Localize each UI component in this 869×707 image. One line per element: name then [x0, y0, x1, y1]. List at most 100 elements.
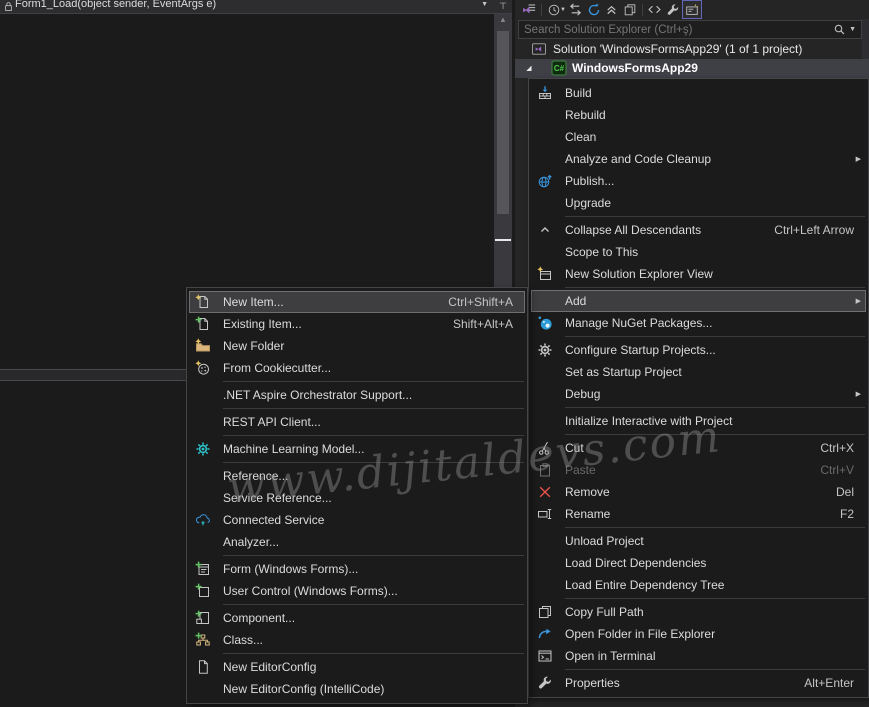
- solution-explorer-search-box[interactable]: ▼: [518, 20, 862, 39]
- search-options-dropdown-icon[interactable]: ▼: [849, 26, 856, 33]
- search-input[interactable]: [519, 24, 833, 36]
- menu-item-cut[interactable]: CutCtrl+X: [531, 437, 866, 459]
- menu-item-existing-item[interactable]: Existing Item...Shift+Alt+A: [189, 313, 525, 335]
- menu-item-label: Unload Project: [565, 534, 866, 548]
- gear-icon: [537, 342, 553, 358]
- paste-icon: [537, 462, 553, 478]
- menu-item-rename[interactable]: RenameF2: [531, 503, 866, 525]
- menu-item-label: Connected Service: [223, 513, 525, 527]
- menu-item-label: .NET Aspire Orchestrator Support...: [223, 388, 525, 402]
- menu-item-class[interactable]: Class...: [189, 629, 525, 651]
- menu-item-remove[interactable]: RemoveDel: [531, 481, 866, 503]
- menu-item-component[interactable]: Component...: [189, 607, 525, 629]
- menu-item-from-cookiecutter[interactable]: From Cookiecutter...: [189, 357, 525, 379]
- menu-item-label: Copy Full Path: [565, 605, 866, 619]
- menu-item-machine-learning-model[interactable]: Machine Learning Model...: [189, 438, 525, 460]
- menu-item-collapse-all-descendants[interactable]: Collapse All DescendantsCtrl+Left Arrow: [531, 219, 866, 241]
- submenu-arrow-icon: ▶: [856, 297, 861, 305]
- new-folder-icon: [195, 338, 211, 354]
- tree-row-project[interactable]: C# WindowsFormsApp29: [515, 59, 869, 78]
- menu-item-net-aspire-orchestrator-support[interactable]: .NET Aspire Orchestrator Support...: [189, 384, 525, 406]
- menu-item-debug[interactable]: Debug▶: [531, 383, 866, 405]
- menu-item-shortcut: Del: [836, 485, 854, 499]
- menu-item-analyze-and-code-cleanup[interactable]: Analyze and Code Cleanup▶: [531, 148, 866, 170]
- menu-item-label: Rename: [565, 507, 840, 521]
- menu-item-open-folder-in-file-explorer[interactable]: Open Folder in File Explorer: [531, 623, 866, 645]
- chevron-down-icon[interactable]: ▼: [481, 1, 488, 8]
- menu-item-open-in-terminal[interactable]: Open in Terminal: [531, 645, 866, 667]
- menu-separator: [223, 604, 524, 605]
- solution-explorer-home-icon[interactable]: [520, 1, 538, 18]
- menu-separator: [565, 598, 865, 599]
- menu-item-new-solution-explorer-view[interactable]: New Solution Explorer View: [531, 263, 866, 285]
- menu-item-shortcut: Ctrl+Shift+A: [448, 295, 513, 309]
- user-control-icon: [195, 583, 211, 599]
- menu-separator: [565, 287, 865, 288]
- scroll-up-arrow-icon[interactable]: ▲: [494, 15, 512, 24]
- menu-item-build[interactable]: Build: [531, 82, 866, 104]
- search-icon[interactable]: [833, 23, 846, 36]
- menu-item-label: Class...: [223, 633, 525, 647]
- filter-dropdown-icon[interactable]: ▼: [560, 7, 566, 13]
- properties-panel-icon[interactable]: [682, 0, 702, 19]
- menu-item-rest-api-client[interactable]: REST API Client...: [189, 411, 525, 433]
- preview-icon[interactable]: [621, 1, 639, 18]
- menu-item-analyzer[interactable]: Analyzer...: [189, 531, 525, 553]
- menu-item-label: Publish...: [565, 174, 866, 188]
- caret-position-marker: [495, 239, 511, 241]
- scrollbar-thumb[interactable]: [497, 31, 509, 214]
- menu-item-new-folder[interactable]: New Folder: [189, 335, 525, 357]
- menu-item-label: Load Direct Dependencies: [565, 556, 866, 570]
- project-label: WindowsFormsApp29: [572, 61, 698, 75]
- menu-item-new-item[interactable]: New Item...Ctrl+Shift+A: [189, 291, 525, 313]
- menu-item-shortcut: Ctrl+V: [820, 463, 854, 477]
- menu-item-configure-startup-projects[interactable]: Configure Startup Projects...: [531, 339, 866, 361]
- menu-item-upgrade[interactable]: Upgrade: [531, 192, 866, 214]
- menu-item-user-control-windows-forms[interactable]: User Control (Windows Forms)...: [189, 580, 525, 602]
- view-code-icon[interactable]: [646, 1, 664, 18]
- csharp-project-icon: C#: [551, 60, 567, 76]
- cut-icon: [537, 440, 553, 456]
- expand-arrow-icon[interactable]: [523, 62, 536, 75]
- wrench-icon[interactable]: [664, 1, 682, 18]
- menu-item-set-as-startup-project[interactable]: Set as Startup Project: [531, 361, 866, 383]
- menu-separator: [565, 527, 865, 528]
- menu-item-connected-service[interactable]: Connected Service: [189, 509, 525, 531]
- menu-item-label: Service Reference...: [223, 491, 525, 505]
- menu-item-properties[interactable]: PropertiesAlt+Enter: [531, 672, 866, 694]
- menu-item-form-windows-forms[interactable]: Form (Windows Forms)...: [189, 558, 525, 580]
- project-context-menu: BuildRebuildCleanAnalyze and Code Cleanu…: [528, 78, 869, 698]
- menu-item-new-editorconfig-intellicode[interactable]: New EditorConfig (IntelliCode): [189, 678, 525, 700]
- menu-item-label: New EditorConfig (IntelliCode): [223, 682, 525, 696]
- menu-item-publish[interactable]: Publish...: [531, 170, 866, 192]
- menu-item-rebuild[interactable]: Rebuild: [531, 104, 866, 126]
- cookiecutter-icon: [195, 360, 211, 376]
- menu-item-label: Remove: [565, 485, 836, 499]
- menu-item-add[interactable]: Add▶: [531, 290, 866, 312]
- scrollbar-splitter-handle[interactable]: ⊤: [494, 0, 512, 14]
- menu-separator: [565, 407, 865, 408]
- menu-item-clean[interactable]: Clean: [531, 126, 866, 148]
- editor-navigation-bar[interactable]: Form1_Load(object sender, EventArgs e) ▼: [0, 0, 494, 14]
- tree-row-solution[interactable]: Solution 'WindowsFormsApp29' (1 of 1 pro…: [515, 40, 869, 59]
- swap-arrows-icon[interactable]: [567, 1, 585, 18]
- menu-item-manage-nuget-packages[interactable]: Manage NuGet Packages...: [531, 312, 866, 334]
- menu-item-new-editorconfig[interactable]: New EditorConfig: [189, 656, 525, 678]
- menu-item-load-entire-dependency-tree[interactable]: Load Entire Dependency Tree: [531, 574, 866, 596]
- toolbar-separator: [642, 4, 643, 16]
- no-icon: [195, 681, 211, 697]
- menu-item-load-direct-dependencies[interactable]: Load Direct Dependencies: [531, 552, 866, 574]
- nuget-icon: [537, 315, 553, 331]
- menu-item-service-reference[interactable]: Service Reference...: [189, 487, 525, 509]
- no-icon: [537, 533, 553, 549]
- refresh-icon[interactable]: [585, 1, 603, 18]
- menu-item-label: New Folder: [223, 339, 525, 353]
- menu-item-paste[interactable]: PasteCtrl+V: [531, 459, 866, 481]
- menu-item-copy-full-path[interactable]: Copy Full Path: [531, 601, 866, 623]
- menu-item-unload-project[interactable]: Unload Project: [531, 530, 866, 552]
- collapse-all-icon[interactable]: [603, 1, 621, 18]
- terminal-icon: [537, 648, 553, 664]
- menu-item-reference[interactable]: Reference...: [189, 465, 525, 487]
- menu-item-scope-to-this[interactable]: Scope to This: [531, 241, 866, 263]
- menu-item-initialize-interactive-with-project[interactable]: Initialize Interactive with Project: [531, 410, 866, 432]
